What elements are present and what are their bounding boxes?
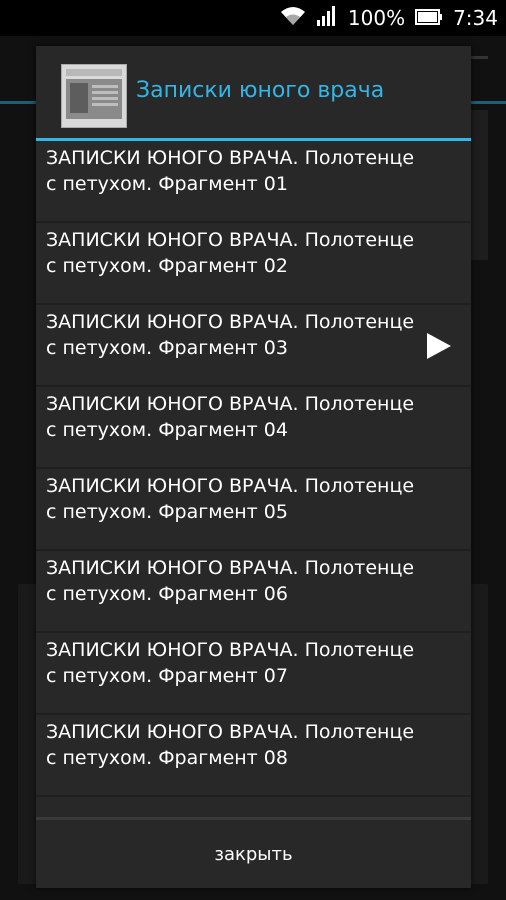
list-item[interactable]: ЗАПИСКИ ЮНОГО ВРАЧА. Полотенце с петухом… <box>36 387 471 469</box>
battery-percent: 100% <box>347 6 406 30</box>
track-title: ЗАПИСКИ ЮНОГО ВРАЧА. Полотенце с петухом… <box>46 475 415 523</box>
list-item[interactable]: ЗАПИСКИ ЮНОГО ВРАЧА. Полотенце с петухом… <box>36 141 471 223</box>
dialog-footer: закрыть <box>36 820 471 888</box>
clock: 7:34 <box>453 6 498 30</box>
close-button[interactable]: закрыть <box>184 834 322 875</box>
track-title: ЗАПИСКИ ЮНОГО ВРАЧА. Полотенце с петухом… <box>46 147 415 195</box>
play-icon <box>427 333 451 359</box>
list-item[interactable]: ЗАПИСКИ ЮНОГО ВРАЧА. Полотенце с петухом… <box>36 469 471 551</box>
book-cover-thumbnail <box>61 64 127 128</box>
track-title: ЗАПИСКИ ЮНОГО ВРАЧА. Полотенце с петухом… <box>46 229 415 277</box>
battery-icon <box>415 6 443 30</box>
track-title: ЗАПИСКИ ЮНОГО ВРАЧА. Полотенце с петухом… <box>46 311 415 359</box>
list-item[interactable]: ЗАПИСКИ ЮНОГО ВРАЧА. Полотенце с петухом… <box>36 223 471 305</box>
signal-icon <box>316 5 338 31</box>
track-title: ЗАПИСКИ ЮНОГО ВРАЧА. Полотенце с петухом… <box>46 721 415 769</box>
dialog-header: Записки юного врача <box>36 46 471 138</box>
list-item[interactable]: ЗАПИСКИ ЮНОГО ВРАЧА. Полотенце с петухом… <box>36 715 471 797</box>
status-bar: 100% 7:34 <box>0 0 506 36</box>
background-panel <box>470 110 488 260</box>
list-item[interactable]: ЗАПИСКИ ЮНОГО ВРАЧА. Полотенце с петухом… <box>36 551 471 633</box>
track-list[interactable]: ЗАПИСКИ ЮНОГО ВРАЧА. Полотенце с петухом… <box>36 141 471 817</box>
dialog-title: Записки юного врача <box>136 78 385 103</box>
playlist-dialog: Записки юного врача ЗАПИСКИ ЮНОГО ВРАЧА.… <box>36 46 471 888</box>
track-title: ЗАПИСКИ ЮНОГО ВРАЧА. Полотенце с петухом… <box>46 639 415 687</box>
list-item[interactable]: ЗАПИСКИ ЮНОГО ВРАЧА. Полотенце с петухом… <box>36 305 471 387</box>
wifi-icon <box>280 6 306 31</box>
list-item[interactable]: ЗАПИСКИ ЮНОГО ВРАЧА. Полотенце с петухом… <box>36 633 471 715</box>
track-title: ЗАПИСКИ ЮНОГО ВРАЧА. Полотенце с петухом… <box>46 393 415 441</box>
track-title: ЗАПИСКИ ЮНОГО ВРАЧА. Полотенце с петухом… <box>46 557 415 605</box>
